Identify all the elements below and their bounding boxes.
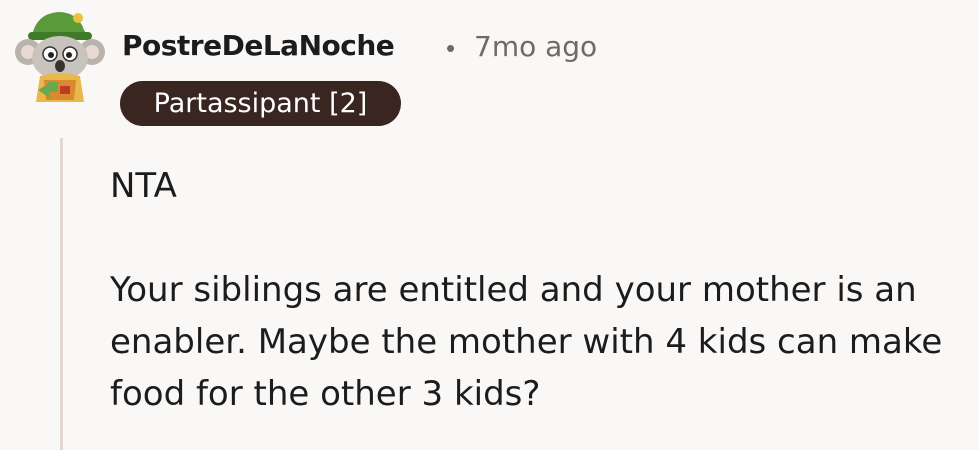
thread-collapse-line[interactable] [60,138,63,450]
comment: PostreDeLaNoche • 7mo ago Partassipant [… [0,0,979,450]
meta-separator: • [446,33,456,63]
comment-timestamp[interactable]: 7mo ago [474,30,597,63]
comment-body: NTA Your siblings are entitled and your … [110,160,970,420]
koala-avatar-icon[interactable] [14,6,106,106]
author-username[interactable]: PostreDeLaNoche [122,29,395,62]
user-flair-badge: Partassipant [2] [120,81,401,126]
comment-paragraph: NTA [110,166,177,206]
comment-paragraph: Your siblings are entitled and your moth… [110,270,943,414]
